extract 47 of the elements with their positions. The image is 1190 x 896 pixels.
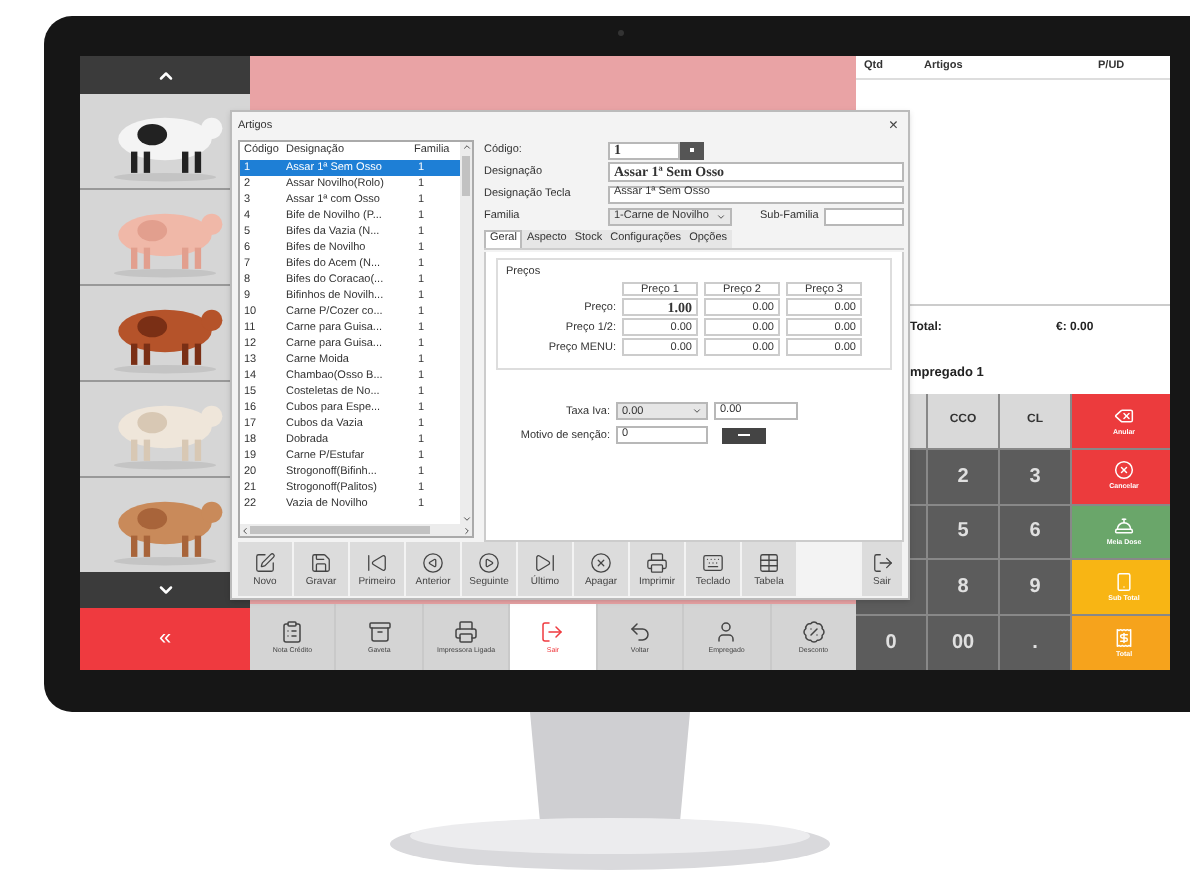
dash-icon [738, 434, 750, 437]
vertical-scrollbar[interactable] [460, 142, 472, 524]
chevron-right-icon [462, 525, 472, 535]
close-button[interactable]: × [884, 118, 902, 134]
chevron-left-icon [240, 525, 250, 535]
close-circle-icon [1114, 460, 1134, 481]
skip-forward-icon [534, 551, 556, 573]
user-icon [714, 619, 739, 644]
logout-icon [540, 619, 565, 644]
keyboard-icon [702, 551, 724, 573]
chevron-down-icon [716, 211, 726, 221]
drawer-icon [367, 619, 392, 644]
backspace-icon [1114, 405, 1134, 426]
keypad-key[interactable]: 2 [928, 449, 998, 504]
cloche-icon [1114, 516, 1134, 537]
table-icon [758, 551, 780, 573]
subfamily-field[interactable] [824, 207, 904, 225]
logout-icon [871, 551, 893, 573]
keypad-key[interactable]: 6 [1000, 505, 1070, 559]
lookup-button[interactable] [722, 427, 766, 444]
horizontal-scrollbar[interactable] [240, 524, 472, 536]
percent-badge-icon [801, 619, 826, 644]
printer-icon [454, 619, 479, 644]
skip-back-icon [366, 551, 388, 573]
close-circle-icon [590, 551, 612, 573]
keypad-key[interactable]: 3 [1000, 449, 1070, 504]
save-icon [310, 551, 332, 573]
chevron-down-icon [155, 580, 175, 600]
chevron-down-icon [461, 514, 471, 524]
keypad-key[interactable]: 8 [928, 560, 998, 615]
chevron-up-icon [461, 142, 471, 152]
back-button[interactable]: « [80, 608, 250, 670]
play-back-icon [422, 551, 444, 573]
keypad-key[interactable]: . [1000, 616, 1070, 670]
edit-icon [254, 551, 276, 573]
clipboard-icon [280, 619, 305, 644]
keypad-key[interactable]: 9 [1000, 560, 1070, 615]
lookup-button[interactable] [680, 141, 704, 159]
chevron-down-icon [692, 406, 702, 417]
keypad-key[interactable]: 0 [856, 616, 926, 670]
phone-icon [1114, 572, 1134, 593]
receipt-icon [1114, 627, 1134, 648]
keypad-key[interactable]: 5 [928, 505, 998, 559]
undo-icon [627, 619, 652, 644]
printer-icon [646, 551, 668, 573]
keypad-key[interactable]: 00 [928, 616, 998, 670]
play-icon [478, 551, 500, 573]
